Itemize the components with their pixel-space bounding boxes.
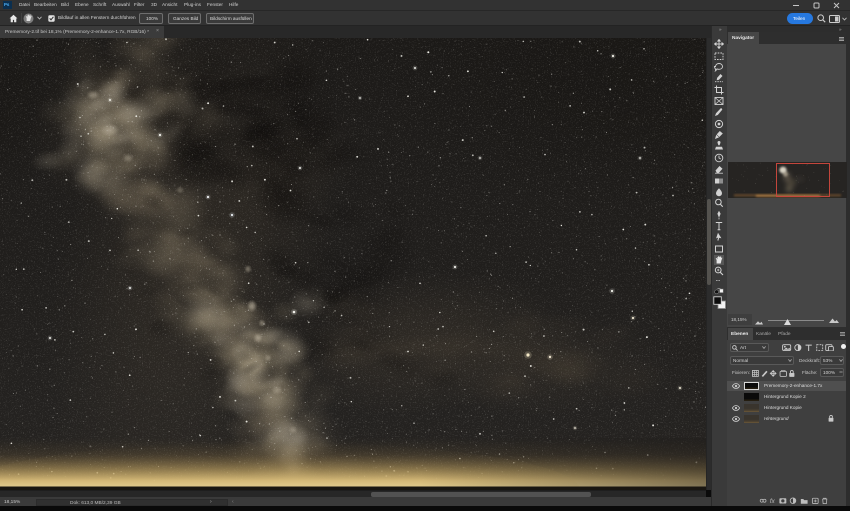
svg-text:fx: fx: [770, 497, 776, 504]
